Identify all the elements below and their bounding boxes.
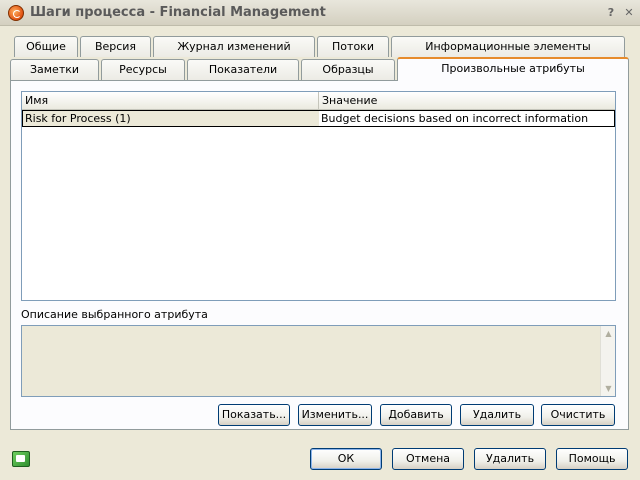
show-attribute-button[interactable]: Показать... [218,404,290,426]
tab-samples[interactable]: Образцы [301,59,395,80]
help-icon[interactable]: ? [604,6,618,20]
description-label: Описание выбранного атрибута [21,308,208,321]
help-button[interactable]: Помощь [556,448,628,470]
tab-general[interactable]: Общие [14,36,78,57]
scroll-down-icon[interactable]: ▼ [601,381,616,396]
title-bar[interactable]: Шаги процесса - Financial Management ? ✕ [0,0,640,26]
window-title: Шаги процесса - Financial Management [30,5,326,20]
clear-attributes-button[interactable]: Очистить [541,404,615,426]
cancel-button[interactable]: Отмена [392,448,464,470]
add-attribute-button[interactable]: Добавить [380,404,452,426]
list-header: Имя Значение [22,92,615,110]
tab-resources[interactable]: Ресурсы [101,59,185,80]
edit-attribute-button[interactable]: Изменить... [298,404,372,426]
delete-button[interactable]: Удалить [474,448,546,470]
tab-metrics[interactable]: Показатели [187,59,299,80]
close-icon[interactable]: ✕ [622,6,636,20]
tab-flows[interactable]: Потоки [317,36,389,57]
help-book-icon[interactable] [12,451,30,467]
attribute-name-cell[interactable]: Risk for Process (1) [23,111,319,126]
table-row[interactable]: Risk for Process (1) Budget decisions ba… [22,110,615,127]
attribute-value-cell[interactable]: Budget decisions based on incorrect info… [319,111,614,126]
column-header-name[interactable]: Имя [22,92,319,109]
process-logo-icon [8,5,24,21]
tab-info-elements[interactable]: Информационные элементы [391,36,625,57]
ok-button[interactable]: ОК [310,448,382,470]
tab-version[interactable]: Версия [80,36,151,57]
column-header-value[interactable]: Значение [319,92,615,109]
description-scrollbar[interactable]: ▲ ▼ [600,326,615,396]
tab-custom-attributes[interactable]: Произвольные атрибуты [397,57,629,81]
attributes-list[interactable]: Имя Значение Risk for Process (1) Budget… [21,91,616,301]
delete-attribute-button[interactable]: Удалить [460,404,534,426]
tab-notes[interactable]: Заметки [10,59,99,80]
description-field[interactable]: ▲ ▼ [21,325,616,397]
tab-change-log[interactable]: Журнал изменений [153,36,315,57]
scroll-up-icon[interactable]: ▲ [601,326,616,341]
